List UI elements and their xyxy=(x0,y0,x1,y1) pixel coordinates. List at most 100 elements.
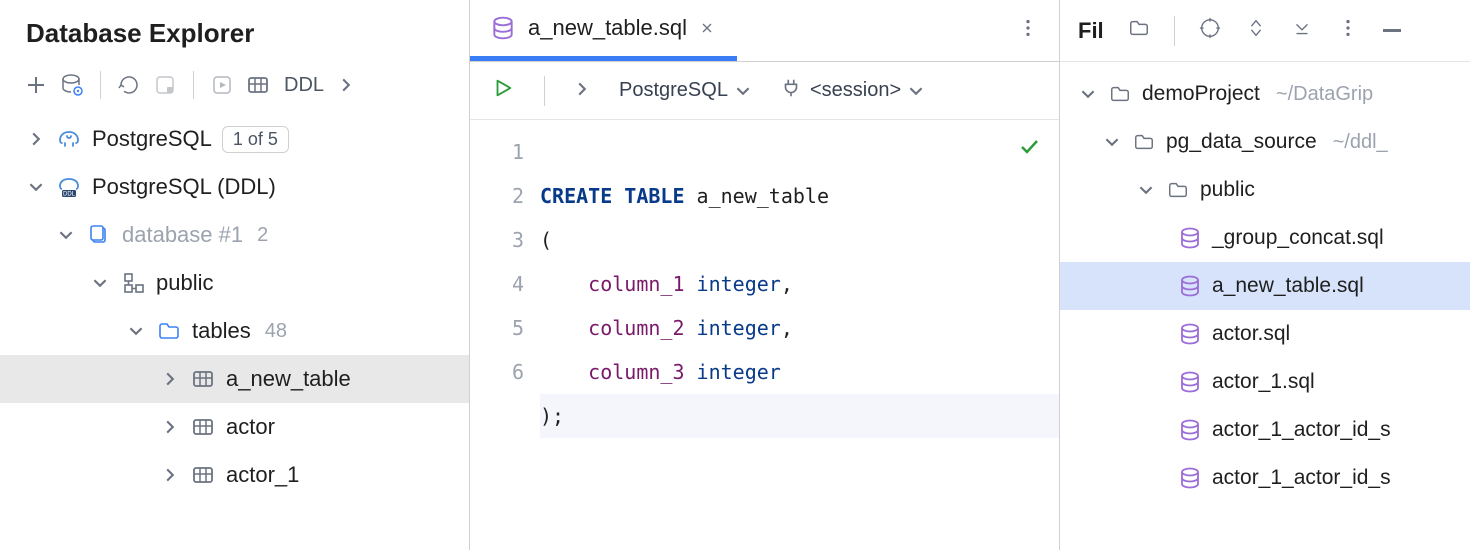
file-node-actor-1-id-a[interactable]: actor_1_actor_id_s xyxy=(1060,406,1470,454)
tree-node-a-new-table[interactable]: a_new_table xyxy=(0,355,469,403)
separator xyxy=(1174,16,1175,46)
file-node-pg-data-source[interactable]: pg_data_source ~/ddl_ xyxy=(1060,118,1470,166)
plug-icon xyxy=(780,77,802,105)
datasource-label: PostgreSQL xyxy=(619,79,728,102)
add-icon[interactable] xyxy=(22,71,50,99)
chevron-down-icon[interactable] xyxy=(1078,84,1098,104)
file-node-a-new-table[interactable]: a_new_table.sql xyxy=(1060,262,1470,310)
tree-node-postgresql[interactable]: PostgreSQL 1 of 5 xyxy=(0,115,469,163)
node-count: 2 xyxy=(257,224,268,247)
code-editor[interactable]: 1 2 3 4 5 6 CREATE TABLE a_new_table ( c… xyxy=(470,120,1059,550)
line-number: 1 xyxy=(470,130,524,174)
separator xyxy=(100,71,101,99)
chevron-down-icon[interactable] xyxy=(1102,132,1122,152)
file-node-actor-1-id-b[interactable]: actor_1_actor_id_s xyxy=(1060,454,1470,502)
file-node-actor[interactable]: actor.sql xyxy=(1060,310,1470,358)
schema-icon xyxy=(120,270,146,296)
editor-panel: a_new_table.sql PostgreSQL <session> 1 2… xyxy=(470,0,1060,550)
punct: , xyxy=(781,316,793,340)
line-number: 4 xyxy=(470,262,524,306)
play-box-icon[interactable] xyxy=(208,71,236,99)
chevron-right-icon[interactable] xyxy=(160,417,180,437)
close-icon[interactable] xyxy=(699,19,717,37)
kebab-icon[interactable] xyxy=(1017,17,1039,45)
type: integer xyxy=(697,316,781,340)
chevron-down-icon[interactable] xyxy=(90,273,110,293)
node-label: pg_data_source xyxy=(1166,130,1317,154)
chevron-down-icon[interactable] xyxy=(1136,180,1156,200)
table-view-icon[interactable] xyxy=(244,71,272,99)
target-icon[interactable] xyxy=(1199,17,1221,45)
database-icon xyxy=(86,222,112,248)
files-title: Fil xyxy=(1078,18,1104,44)
node-label: actor_1.sql xyxy=(1212,370,1315,394)
editor-toolbar: PostgreSQL <session> xyxy=(470,62,1059,120)
node-label: public xyxy=(156,270,213,296)
chevron-right-icon[interactable] xyxy=(575,79,589,102)
postgres-icon xyxy=(56,126,82,152)
punct: ); xyxy=(540,404,564,428)
editor-tab[interactable]: a_new_table.sql xyxy=(470,0,737,61)
tree-node-postgresql-ddl[interactable]: PostgreSQL (DDL) xyxy=(0,163,469,211)
node-label: actor_1_actor_id_s xyxy=(1212,418,1391,442)
datasource-selector[interactable]: PostgreSQL xyxy=(619,79,750,102)
chevron-down-icon[interactable] xyxy=(26,177,46,197)
table-icon xyxy=(190,366,216,392)
separator xyxy=(193,71,194,99)
file-tree: demoProject ~/DataGrip pg_data_source ~/… xyxy=(1060,62,1470,510)
node-label: tables xyxy=(192,318,251,344)
node-label: actor_1 xyxy=(226,462,299,488)
line-number: 3 xyxy=(470,218,524,262)
tree-node-public[interactable]: public xyxy=(0,259,469,307)
line-number: 5 xyxy=(470,306,524,350)
type: integer xyxy=(697,360,781,384)
tree-node-database-1[interactable]: database #1 2 xyxy=(0,211,469,259)
file-node-actor-1[interactable]: actor_1.sql xyxy=(1060,358,1470,406)
sql-file-icon xyxy=(490,15,516,41)
chevron-down-icon[interactable] xyxy=(126,321,146,341)
chevron-right-icon[interactable] xyxy=(26,129,46,149)
expand-collapse-icon[interactable] xyxy=(1245,17,1267,45)
session-selector[interactable]: <session> xyxy=(780,77,923,105)
db-tree: PostgreSQL 1 of 5 PostgreSQL (DDL) datab… xyxy=(0,109,469,505)
ddl-label[interactable]: DDL xyxy=(284,74,324,97)
node-label: actor xyxy=(226,414,275,440)
node-label: public xyxy=(1200,178,1255,202)
line-gutter: 1 2 3 4 5 6 xyxy=(470,120,540,550)
folder-icon xyxy=(1132,130,1156,154)
stop-icon[interactable] xyxy=(151,71,179,99)
file-node-demo-project[interactable]: demoProject ~/DataGrip xyxy=(1060,70,1470,118)
node-path: ~/ddl_ xyxy=(1333,131,1388,154)
separator xyxy=(544,76,545,106)
tree-node-actor-1[interactable]: actor_1 xyxy=(0,451,469,499)
node-label: a_new_table xyxy=(226,366,351,392)
files-panel: Fil demoProject ~/DataGrip pg_data_sourc… xyxy=(1060,0,1470,550)
punct: ( xyxy=(540,228,552,252)
minimize-icon[interactable] xyxy=(1383,29,1401,32)
editor-tabbar: a_new_table.sql xyxy=(470,0,1059,62)
chevron-right-icon[interactable] xyxy=(160,465,180,485)
file-node-public[interactable]: public xyxy=(1060,166,1470,214)
refresh-icon[interactable] xyxy=(115,71,143,99)
node-label: PostgreSQL (DDL) xyxy=(92,174,276,200)
chevron-down-icon[interactable] xyxy=(56,225,76,245)
node-path: ~/DataGrip xyxy=(1276,83,1373,106)
file-node-group-concat[interactable]: _group_concat.sql xyxy=(1060,214,1470,262)
collapse-all-icon[interactable] xyxy=(1291,17,1313,45)
chevron-right-icon[interactable] xyxy=(160,369,180,389)
tree-node-tables[interactable]: tables 48 xyxy=(0,307,469,355)
run-button[interactable] xyxy=(492,77,514,105)
postgres-ddl-icon xyxy=(56,174,82,200)
node-label: demoProject xyxy=(1142,82,1260,106)
column: column_1 xyxy=(588,272,684,296)
code-area[interactable]: CREATE TABLE a_new_table ( column_1 inte… xyxy=(540,120,1059,550)
chevron-right-icon[interactable] xyxy=(336,71,356,99)
identifier: a_new_table xyxy=(697,184,829,208)
datasource-settings-icon[interactable] xyxy=(58,71,86,99)
tree-node-actor[interactable]: actor xyxy=(0,403,469,451)
count-badge: 1 of 5 xyxy=(222,126,289,153)
kebab-icon[interactable] xyxy=(1337,17,1359,45)
check-icon xyxy=(1017,134,1041,164)
node-label: database #1 xyxy=(122,222,243,248)
folder-icon[interactable] xyxy=(1128,17,1150,45)
